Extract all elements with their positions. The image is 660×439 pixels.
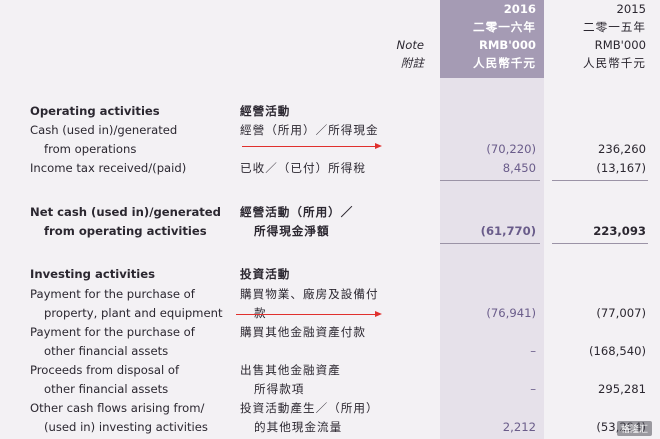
ofa-disposal-2016: – (530, 382, 536, 396)
header-2016-unit: RMB'000 (478, 38, 536, 52)
ofa-disposal-label-zh: 出售其他金融資產 (240, 363, 341, 377)
ofa-disposal-2015: 295,281 (598, 382, 646, 396)
cash-ops-label-zh: 經營（所用）／所得現金 (240, 123, 379, 137)
ofa-disposal-label-zh-2: 所得款項 (254, 382, 305, 396)
net-operating-2015: 223,093 (593, 224, 646, 238)
header-2015-year: 2015 (616, 2, 646, 16)
net-operating-label: Net cash (used in)/generated (30, 205, 221, 219)
header-2016-year: 2016 (503, 2, 536, 16)
net-operating-label-zh-2: 所得現金淨額 (254, 224, 330, 238)
tax-2016: 8,450 (502, 161, 536, 175)
header-2015-unit: RMB'000 (594, 38, 646, 52)
cash-ops-2015: 236,260 (598, 142, 646, 156)
net-operating-2016: (61,770) (480, 224, 536, 238)
subtotal-rule-2016 (440, 180, 540, 181)
other-flows-label-2: (used in) investing activities (44, 420, 208, 434)
annotation-arrow (242, 143, 382, 149)
header-2016-unit-zh: 人民幣千元 (473, 56, 536, 70)
cash-ops-label: Cash (used in)/generated (30, 123, 178, 137)
other-flows-label: Other cash flows arising from/ (30, 401, 205, 415)
header-2016-year-zh: 二零一六年 (473, 20, 536, 34)
total-rule-2016 (440, 243, 540, 244)
ofa-purchase-2015: (168,540) (589, 344, 646, 358)
net-operating-label-zh: 經營活動（所用）／ (240, 205, 354, 219)
header-note-zh: 附註 (400, 56, 424, 70)
operating-title: Operating activities (30, 104, 160, 118)
other-flows-label-zh-2: 的其他現金流量 (254, 420, 343, 434)
watermark: 格隆汇 (616, 421, 652, 436)
total-rule-2015 (552, 243, 648, 244)
ppe-label-2: property, plant and equipment (44, 306, 223, 320)
other-flows-label-zh: 投資活動產生／（所用） (240, 401, 379, 415)
ofa-purchase-2016: – (530, 344, 536, 358)
ofa-purchase-label-2: other financial assets (44, 344, 169, 358)
header-note: Note (396, 38, 424, 52)
other-flows-2016: 2,212 (502, 420, 536, 434)
cash-ops-2016: (70,220) (486, 142, 536, 156)
operating-title-zh: 經營活動 (240, 104, 291, 118)
header-2015-unit-zh: 人民幣千元 (583, 56, 646, 70)
annotation-arrow (236, 311, 382, 317)
tax-label-zh: 已收／（已付）所得稅 (240, 161, 366, 175)
cash-flow-statement: 2016 二零一六年 RMB'000 人民幣千元 2015 二零一五年 RMB'… (0, 0, 660, 439)
subtotal-rule-2015 (552, 180, 648, 181)
ppe-2015: (77,007) (596, 306, 646, 320)
cash-ops-label-2: from operations (44, 142, 137, 156)
ppe-label-zh-2: 款 (254, 306, 267, 320)
ofa-purchase-label: Payment for the purchase of (30, 325, 195, 339)
tax-2015: (13,167) (596, 161, 646, 175)
ofa-disposal-label: Proceeds from disposal of (30, 363, 180, 377)
tax-label: Income tax received/(paid) (30, 161, 187, 175)
ppe-label-zh: 購買物業、廠房及設備付 (240, 287, 379, 301)
investing-title-zh: 投資活動 (240, 267, 291, 281)
investing-title: Investing activities (30, 267, 156, 281)
ppe-2016: (76,941) (486, 306, 536, 320)
header-2015-year-zh: 二零一五年 (583, 20, 646, 34)
ofa-purchase-label-zh: 購買其他金融資產付款 (240, 325, 366, 339)
ofa-disposal-label-2: other financial assets (44, 382, 169, 396)
net-operating-label-2: from operating activities (44, 224, 207, 238)
ppe-label: Payment for the purchase of (30, 287, 195, 301)
